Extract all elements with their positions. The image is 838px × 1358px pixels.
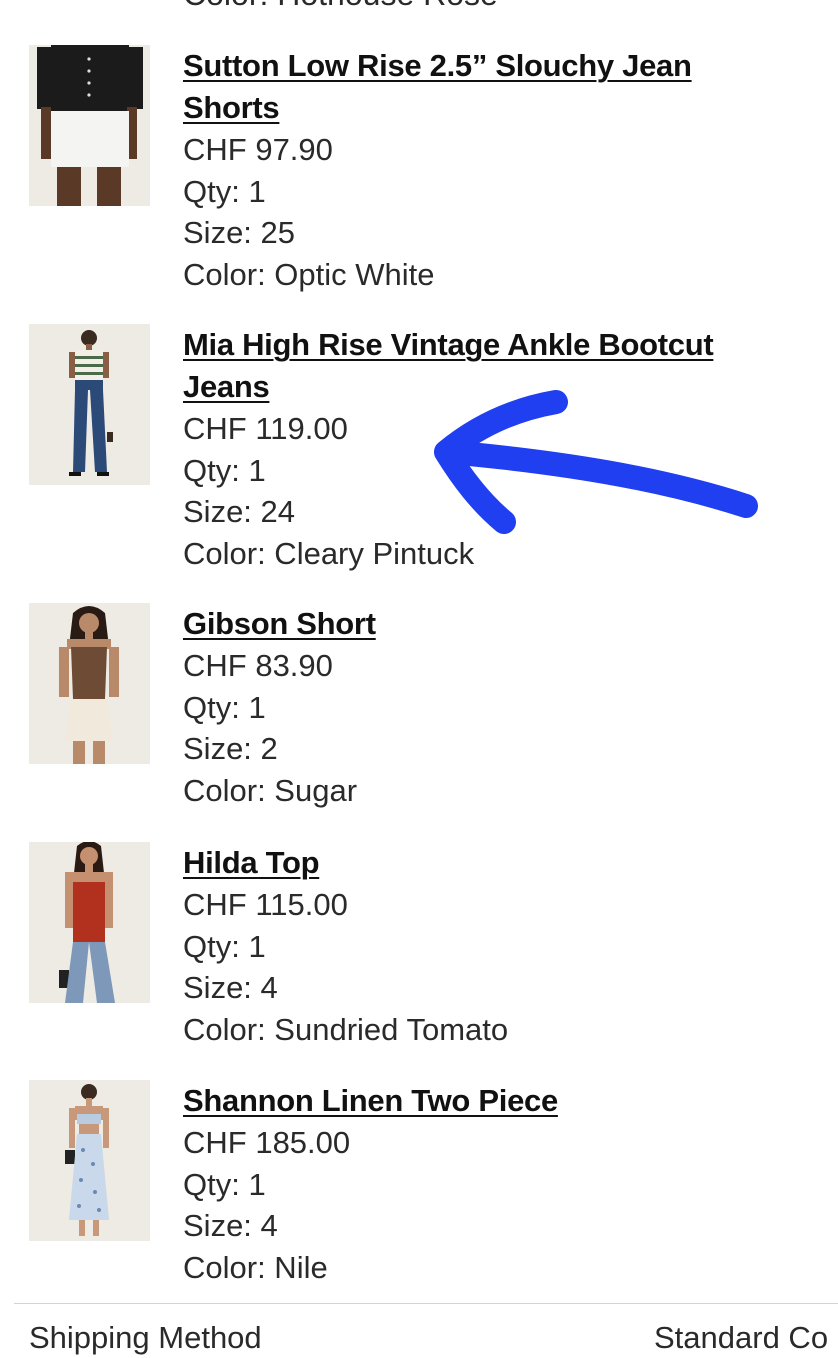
product-color: Color: Optic White: [183, 256, 435, 292]
product-color: Color: Cleary Pintuck: [183, 535, 475, 571]
product-image[interactable]: [29, 45, 150, 206]
product-title-link[interactable]: Shannon Linen Two Piece: [183, 1080, 783, 1122]
product-color: Color: Sundried Tomato: [183, 1011, 509, 1047]
product-qty: Qty: 1: [183, 1166, 266, 1202]
product-price: CHF 97.90: [183, 132, 333, 167]
product-price: CHF 115.00: [183, 887, 348, 922]
product-qty: Qty: 1: [183, 452, 266, 488]
partial-color-line: Color: Hothouse Rose: [183, 0, 498, 10]
product-image[interactable]: [29, 1080, 150, 1241]
product-qty: Qty: 1: [183, 928, 266, 964]
product-title-link[interactable]: Mia High Rise Vintage Ankle Bootcut Jean…: [183, 324, 783, 408]
product-image[interactable]: [29, 324, 150, 485]
product-qty: Qty: 1: [183, 173, 266, 209]
product-size: Size: 24: [183, 494, 296, 529]
product-qty: Qty: 1: [183, 689, 266, 725]
product-image[interactable]: [29, 842, 150, 1003]
product-price: CHF 185.00: [183, 1125, 351, 1160]
shipping-method-label: Shipping Method: [29, 1320, 262, 1355]
product-price: CHF 119.00: [183, 411, 348, 446]
product-image[interactable]: [29, 603, 150, 764]
product-color: Color: Nile: [183, 1249, 328, 1285]
product-title-link[interactable]: Sutton Low Rise 2.5” Slouchy Jean Shorts: [183, 45, 783, 129]
product-title-link[interactable]: Gibson Short: [183, 603, 783, 645]
section-divider: [14, 1303, 838, 1304]
product-size: Size: 4: [183, 970, 278, 1005]
product-size: Size: 25: [183, 215, 296, 250]
product-title-link[interactable]: Hilda Top: [183, 842, 783, 884]
product-size: Size: 4: [183, 1208, 278, 1243]
product-size: Size: 2: [183, 731, 278, 766]
product-color: Color: Sugar: [183, 772, 358, 808]
product-price: CHF 83.90: [183, 648, 333, 683]
shipping-method-value: Standard Co: [654, 1320, 829, 1355]
